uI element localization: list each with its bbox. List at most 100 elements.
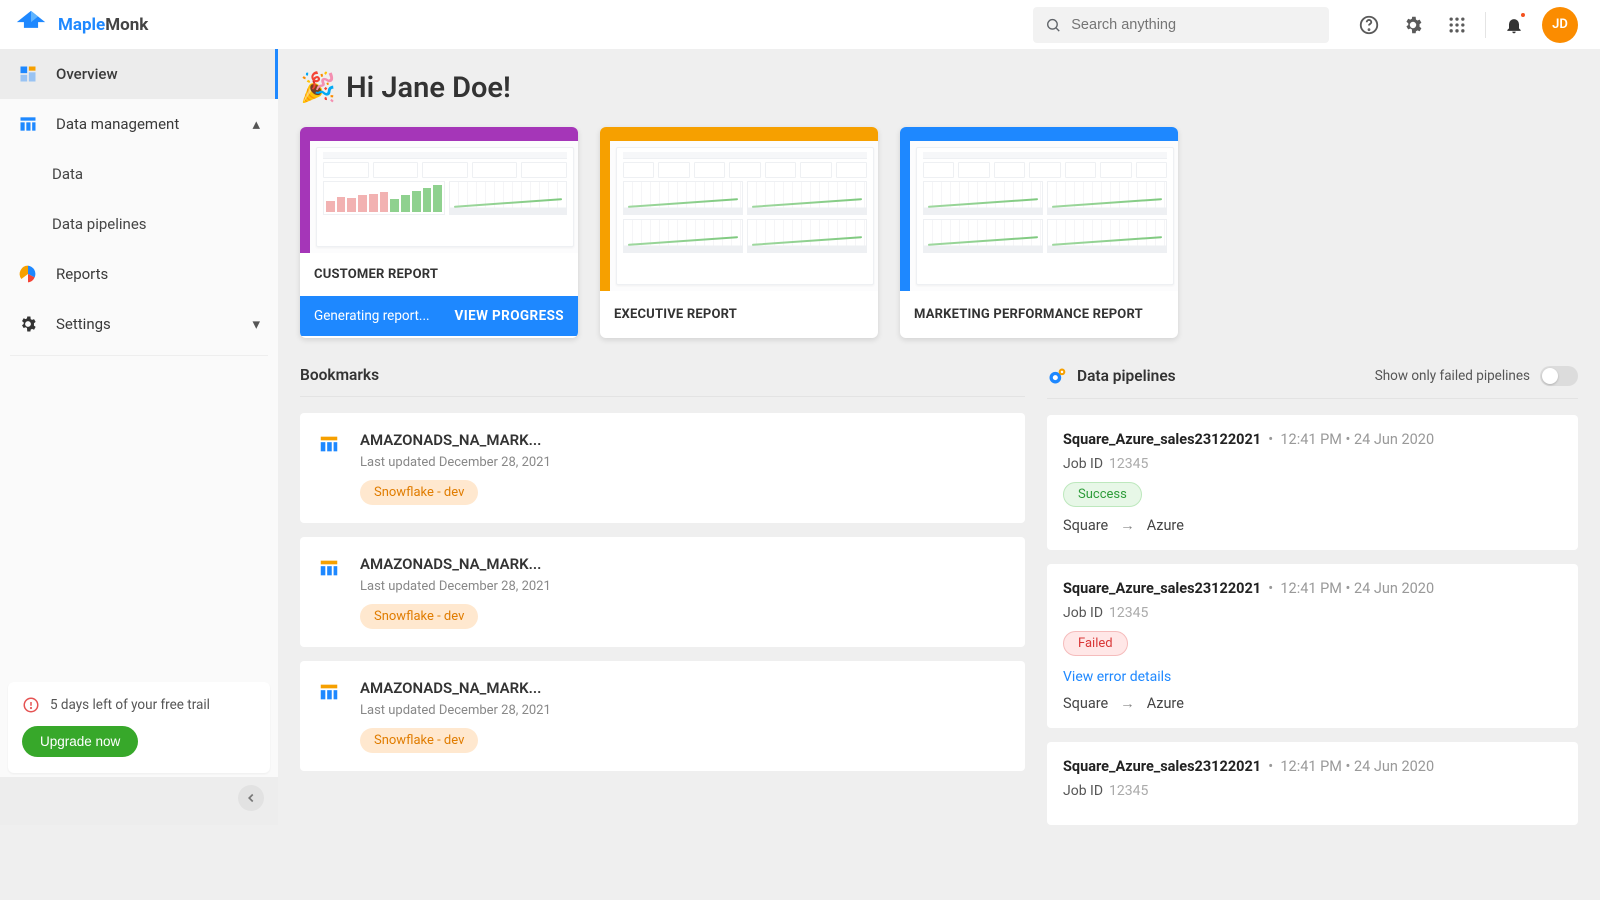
pipeline-item[interactable]: Square_Azure_sales23122021 • 12:41 PM • … <box>1047 415 1578 550</box>
chevron-down-icon: ▾ <box>252 315 260 333</box>
pipeline-item[interactable]: Square_Azure_sales23122021 • 12:41 PM • … <box>1047 742 1578 825</box>
bookmark-item[interactable]: AMAZONADS_NA_MARK... Last updated Decemb… <box>300 537 1025 647</box>
party-icon: 🎉 <box>300 71 336 105</box>
table-icon <box>18 114 38 134</box>
nav-settings[interactable]: Settings ▾ <box>0 299 278 349</box>
notifications-button[interactable] <box>1492 3 1536 47</box>
pipeline-date: 24 Jun 2020 <box>1354 580 1434 597</box>
bookmark-tag: Snowflake - dev <box>360 604 478 629</box>
report-title: CUSTOMER REPORT <box>300 253 578 296</box>
collapse-sidebar-button[interactable] <box>238 785 264 811</box>
logo-icon <box>14 8 48 42</box>
gear-icon <box>1402 14 1424 36</box>
pipeline-date: 24 Jun 2020 <box>1354 431 1434 448</box>
nav-overview-label: Overview <box>56 65 118 83</box>
report-title: MARKETING PERFORMANCE REPORT <box>900 291 1178 338</box>
pipelines-header: Data pipelines Show only failed pipeline… <box>1047 366 1578 399</box>
pipeline-time: 12:41 PM <box>1280 431 1342 448</box>
bookmark-item[interactable]: AMAZONADS_NA_MARK... Last updated Decemb… <box>300 413 1025 523</box>
nav-divider <box>10 355 268 356</box>
nav-data-management[interactable]: Data management ▴ <box>0 99 278 149</box>
apps-button[interactable] <box>1435 3 1479 47</box>
sidebar-footer <box>0 777 278 825</box>
pipeline-name: Square_Azure_sales23122021 <box>1063 431 1261 448</box>
bookmark-updated: Last updated December 28, 2021 <box>360 579 551 594</box>
brand-name: MapleMonk <box>58 15 148 35</box>
bookmarks-section: Bookmarks AMAZONADS_NA_MARK... Last upda… <box>300 366 1025 839</box>
nav-reports[interactable]: Reports <box>0 249 278 299</box>
bookmark-title: AMAZONADS_NA_MARK... <box>360 431 551 449</box>
notification-dot <box>1519 11 1527 19</box>
nav-data-pipelines[interactable]: Data pipelines <box>0 199 278 249</box>
toggle-label: Show only failed pipelines <box>1375 368 1530 384</box>
report-cards-row: CUSTOMER REPORT Generating report... VIE… <box>300 127 1578 338</box>
job-id: 12345 <box>1109 456 1148 472</box>
bookmark-tag: Snowflake - dev <box>360 480 478 505</box>
bookmark-item[interactable]: AMAZONADS_NA_MARK... Last updated Decemb… <box>300 661 1025 771</box>
table-icon <box>318 681 340 703</box>
arrow-right-icon: → <box>1120 517 1135 534</box>
job-id: 12345 <box>1109 783 1148 799</box>
bookmark-title: AMAZONADS_NA_MARK... <box>360 555 551 573</box>
view-progress-button[interactable]: VIEW PROGRESS <box>455 308 564 324</box>
settings-button[interactable] <box>1391 3 1435 47</box>
executive-report-card[interactable]: EXECUTIVE REPORT <box>600 127 878 338</box>
view-error-link[interactable]: View error details <box>1063 669 1171 685</box>
nav-data[interactable]: Data <box>0 149 278 199</box>
bookmark-tag: Snowflake - dev <box>360 728 478 753</box>
bookmark-updated: Last updated December 28, 2021 <box>360 455 551 470</box>
pipeline-name: Square_Azure_sales23122021 <box>1063 758 1261 775</box>
pipeline-name: Square_Azure_sales23122021 <box>1063 580 1261 597</box>
status-badge: Success <box>1063 482 1142 507</box>
bookmark-updated: Last updated December 28, 2021 <box>360 703 551 718</box>
search-icon <box>1045 16 1061 34</box>
user-avatar[interactable]: JD <box>1542 7 1578 43</box>
upgrade-button[interactable]: Upgrade now <box>22 726 138 757</box>
app-header: MapleMonk JD <box>0 0 1600 49</box>
pipeline-route: Square → Azure <box>1063 517 1562 534</box>
chevron-up-icon: ▴ <box>252 115 260 133</box>
dashboard-icon <box>18 64 38 84</box>
failed-only-toggle[interactable] <box>1540 366 1578 386</box>
bookmarks-header: Bookmarks <box>300 366 1025 397</box>
pipeline-time: 12:41 PM <box>1280 580 1342 597</box>
brand-logo[interactable]: MapleMonk <box>14 8 148 42</box>
table-icon <box>318 557 340 579</box>
pipeline-item[interactable]: Square_Azure_sales23122021 • 12:41 PM • … <box>1047 564 1578 728</box>
global-search[interactable] <box>1033 7 1329 43</box>
pie-icon <box>18 264 38 284</box>
gear-icon <box>18 314 38 334</box>
status-badge: Failed <box>1063 631 1128 656</box>
info-icon <box>22 696 40 714</box>
header-divider <box>1485 12 1486 38</box>
nav-reports-label: Reports <box>56 265 108 283</box>
bookmark-title: AMAZONADS_NA_MARK... <box>360 679 551 697</box>
trial-card: 5 days left of your free trail Upgrade n… <box>8 682 270 773</box>
sidebar: Overview Data management ▴ Data Data pip… <box>0 49 278 825</box>
chevron-left-icon <box>244 791 258 805</box>
main-content: 🎉 Hi Jane Doe! CUSTOMER REPORT Generatin… <box>278 49 1600 900</box>
grid-icon <box>1447 15 1467 35</box>
greeting: 🎉 Hi Jane Doe! <box>300 71 1578 105</box>
help-button[interactable] <box>1347 3 1391 47</box>
pipeline-time: 12:41 PM <box>1280 758 1342 775</box>
report-preview <box>900 141 1178 291</box>
table-icon <box>318 433 340 455</box>
report-title: EXECUTIVE REPORT <box>600 291 878 338</box>
nav-settings-label: Settings <box>56 315 111 333</box>
report-preview <box>600 141 878 291</box>
search-input[interactable] <box>1071 17 1317 33</box>
arrow-right-icon: → <box>1120 695 1135 712</box>
marketing-report-card[interactable]: MARKETING PERFORMANCE REPORT <box>900 127 1178 338</box>
customer-report-card[interactable]: CUSTOMER REPORT Generating report... VIE… <box>300 127 578 338</box>
pipelines-section: Data pipelines Show only failed pipeline… <box>1047 366 1578 839</box>
generating-banner: Generating report... VIEW PROGRESS <box>300 296 578 336</box>
trial-text: 5 days left of your free trail <box>50 697 210 713</box>
nav-overview[interactable]: Overview <box>0 49 278 99</box>
report-preview <box>300 141 578 253</box>
nav: Overview Data management ▴ Data Data pip… <box>0 49 278 356</box>
nav-data-management-label: Data management <box>56 115 179 133</box>
generating-text: Generating report... <box>314 308 430 324</box>
job-id: 12345 <box>1109 605 1148 621</box>
gear-color-icon <box>1047 366 1067 386</box>
